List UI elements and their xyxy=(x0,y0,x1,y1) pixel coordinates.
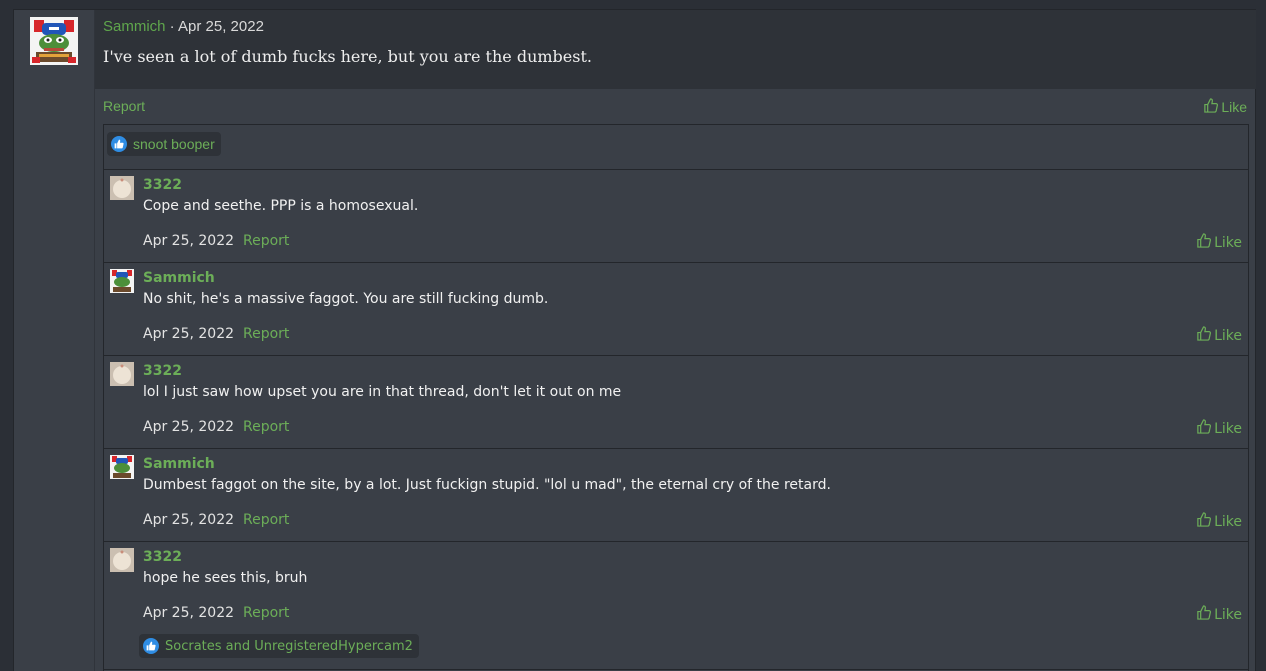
comment-reactions[interactable]: Socrates and UnregisteredHypercam2 xyxy=(139,634,419,658)
comment-report-link[interactable]: Report xyxy=(243,512,289,528)
post-author-link[interactable]: Sammich xyxy=(103,18,166,35)
comment-text: Cope and seethe. PPP is a homosexual. xyxy=(143,198,419,214)
post-reactions-bar: snoot booper xyxy=(104,125,1248,170)
comment-date[interactable]: Apr 25, 2022 xyxy=(143,233,234,249)
thumbs-up-icon xyxy=(1196,233,1212,252)
comment-item: 3322 lol I just saw how upset you are in… xyxy=(104,356,1248,449)
comment-report-link[interactable]: Report xyxy=(243,605,289,621)
comment-like-button[interactable]: Like xyxy=(1196,419,1242,438)
comment-like-label: Like xyxy=(1214,234,1242,251)
comment-item: Sammich No shit, he's a massive faggot. … xyxy=(104,263,1248,356)
comment-author-link[interactable]: 3322 xyxy=(143,177,182,193)
comment-text: Dumbest faggot on the site, by a lot. Ju… xyxy=(143,477,831,493)
post-date[interactable]: Apr 25, 2022 xyxy=(178,18,264,35)
comment-date[interactable]: Apr 25, 2022 xyxy=(143,326,234,342)
comment-text: hope he sees this, bruh xyxy=(143,570,308,586)
like-reaction-icon xyxy=(111,136,127,152)
post-like-label: Like xyxy=(1221,99,1247,115)
comment-item: Sammich Dumbest faggot on the site, by a… xyxy=(104,449,1248,542)
comment-report-link[interactable]: Report xyxy=(243,233,289,249)
thumbs-up-icon xyxy=(1196,326,1212,345)
post-reaction-users: snoot booper xyxy=(133,136,215,152)
avatar[interactable] xyxy=(110,176,134,200)
like-reaction-icon xyxy=(143,638,159,654)
comment-report-link[interactable]: Report xyxy=(243,419,289,435)
comment-like-button[interactable]: Like xyxy=(1196,233,1242,252)
thumbs-up-icon xyxy=(1196,605,1212,624)
comment-item: 3322 hope he sees this, bruh Apr 25, 202… xyxy=(104,542,1248,670)
post-header: Sammich · Apr 25, 2022 I've seen a lot o… xyxy=(95,10,1256,89)
comment-author-link[interactable]: Sammich xyxy=(143,270,215,286)
meta-separator: · xyxy=(165,18,179,35)
comment-like-label: Like xyxy=(1214,327,1242,344)
comment-author-link[interactable]: 3322 xyxy=(143,363,182,379)
avatar[interactable] xyxy=(110,269,134,293)
comment-like-label: Like xyxy=(1214,420,1242,437)
comment-report-link[interactable]: Report xyxy=(243,326,289,342)
comment-like-button[interactable]: Like xyxy=(1196,605,1242,624)
post-body: I've seen a lot of dumb fucks here, but … xyxy=(103,47,592,66)
avatar[interactable] xyxy=(110,548,134,572)
comment-text: lol I just saw how upset you are in that… xyxy=(143,384,622,400)
thumbs-up-icon xyxy=(1196,419,1212,438)
post-meta: Sammich · Apr 25, 2022 xyxy=(103,18,264,35)
avatar[interactable] xyxy=(110,362,134,386)
comment-like-button[interactable]: Like xyxy=(1196,326,1242,345)
comment-text: No shit, he's a massive faggot. You are … xyxy=(143,291,549,307)
comment-author-link[interactable]: Sammich xyxy=(143,456,215,472)
comment-date[interactable]: Apr 25, 2022 xyxy=(143,419,234,435)
post: Sammich · Apr 25, 2022 I've seen a lot o… xyxy=(13,9,1256,671)
comment-date[interactable]: Apr 25, 2022 xyxy=(143,512,234,528)
thumbs-up-icon xyxy=(1196,512,1212,531)
comment-like-button[interactable]: Like xyxy=(1196,512,1242,531)
comment-reaction-users: Socrates and UnregisteredHypercam2 xyxy=(165,638,413,654)
comment-author-link[interactable]: 3322 xyxy=(143,549,182,565)
avatar[interactable] xyxy=(30,17,78,65)
post-sidebar xyxy=(14,10,95,671)
post-report-link[interactable]: Report xyxy=(103,98,145,114)
comment-date[interactable]: Apr 25, 2022 xyxy=(143,605,234,621)
post-reactions[interactable]: snoot booper xyxy=(107,132,221,156)
comments-list: snoot booper 3322 Cope and seethe. PPP i… xyxy=(103,124,1249,671)
post-like-button[interactable]: Like xyxy=(1203,98,1247,116)
comment-item: 3322 Cope and seethe. PPP is a homosexua… xyxy=(104,170,1248,263)
comment-like-label: Like xyxy=(1214,513,1242,530)
comment-like-label: Like xyxy=(1214,606,1242,623)
avatar[interactable] xyxy=(110,455,134,479)
thumbs-up-icon xyxy=(1203,98,1219,116)
